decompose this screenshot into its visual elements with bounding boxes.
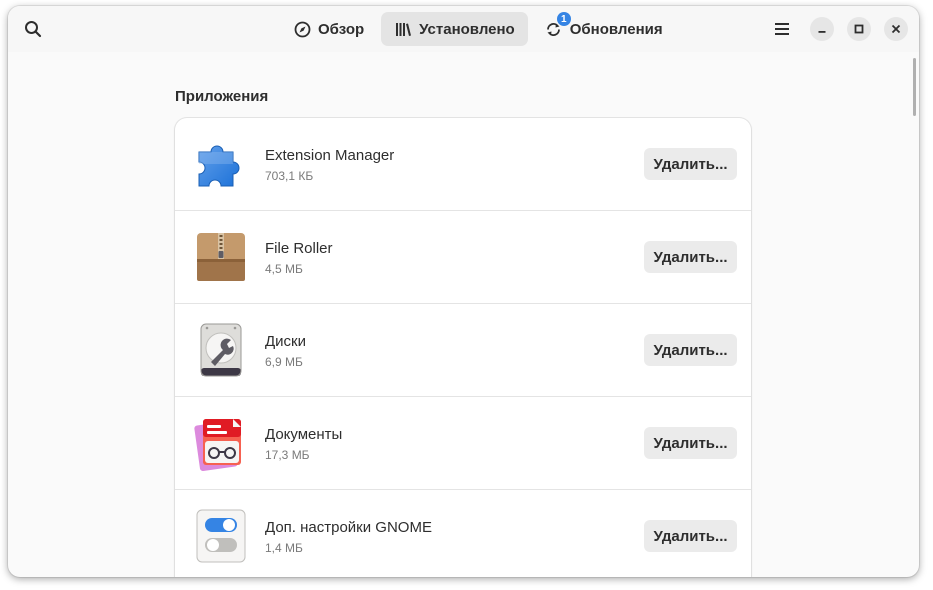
tweaks-toggle-icon xyxy=(196,509,246,563)
app-size: 703,1 КБ xyxy=(265,169,314,183)
app-name: Диски xyxy=(265,333,306,350)
app-size: 6,9 МБ xyxy=(265,355,303,369)
updates-count-badge: 1 xyxy=(556,12,571,26)
app-size: 17,3 МБ xyxy=(265,448,310,462)
documents-icon xyxy=(194,419,241,471)
close-icon xyxy=(891,24,901,34)
app-name: Документы xyxy=(265,426,343,443)
disk-utility-icon xyxy=(200,323,242,377)
compass-icon xyxy=(293,20,311,38)
app-size: 1,4 МБ xyxy=(265,541,303,555)
list-item[interactable]: Диски 6,9 МБ Удалить... xyxy=(175,304,751,397)
scrollbar[interactable] xyxy=(913,58,916,116)
app-name: Доп. настройки GNOME xyxy=(265,519,432,536)
header-bar: Обзор Установлено 1 Обновления xyxy=(8,6,919,52)
maximize-button[interactable] xyxy=(847,17,871,41)
close-button[interactable] xyxy=(884,17,908,41)
app-name: File Roller xyxy=(265,240,333,257)
view-switcher: Обзор Установлено 1 Обновления xyxy=(280,12,676,46)
minimize-icon xyxy=(818,31,826,33)
hamburger-menu-icon xyxy=(775,23,789,35)
remove-button[interactable]: Удалить... xyxy=(644,334,737,366)
tab-installed[interactable]: Установлено xyxy=(381,12,528,46)
main-content: Приложения Extension Manager 703,1 КБ Уд… xyxy=(8,52,919,577)
list-item[interactable]: Документы 17,3 МБ Удалить... xyxy=(175,397,751,490)
list-item[interactable]: Доп. настройки GNOME 1,4 МБ Удалить... xyxy=(175,490,751,577)
app-name: Extension Manager xyxy=(265,147,395,164)
main-menu-button[interactable] xyxy=(769,16,795,42)
refresh-icon: 1 xyxy=(545,12,571,38)
remove-button[interactable]: Удалить... xyxy=(644,148,737,180)
installed-apps-list: Extension Manager 703,1 КБ Удалить... Fi… xyxy=(175,118,751,577)
tab-updates[interactable]: 1 Обновления xyxy=(532,12,676,46)
app-window: Обзор Установлено 1 Обновления Приложени… xyxy=(8,6,919,577)
list-item[interactable]: File Roller 4,5 МБ Удалить... xyxy=(175,211,751,304)
tab-explore[interactable]: Обзор xyxy=(280,12,377,46)
tab-explore-label: Обзор xyxy=(318,20,365,38)
remove-button[interactable]: Удалить... xyxy=(644,427,737,459)
list-item[interactable]: Extension Manager 703,1 КБ Удалить... xyxy=(175,118,751,211)
remove-button[interactable]: Удалить... xyxy=(644,241,737,273)
maximize-icon xyxy=(854,24,864,34)
puzzle-icon xyxy=(198,145,240,187)
app-size: 4,5 МБ xyxy=(265,262,303,276)
section-title: Приложения xyxy=(175,88,269,105)
search-icon xyxy=(25,21,42,38)
library-icon xyxy=(394,20,412,38)
tab-installed-label: Установлено xyxy=(419,20,515,38)
search-button[interactable] xyxy=(18,14,48,44)
minimize-button[interactable] xyxy=(810,17,834,41)
archive-box-icon xyxy=(197,233,245,281)
remove-button[interactable]: Удалить... xyxy=(644,520,737,552)
tab-updates-label: Обновления xyxy=(569,20,663,38)
